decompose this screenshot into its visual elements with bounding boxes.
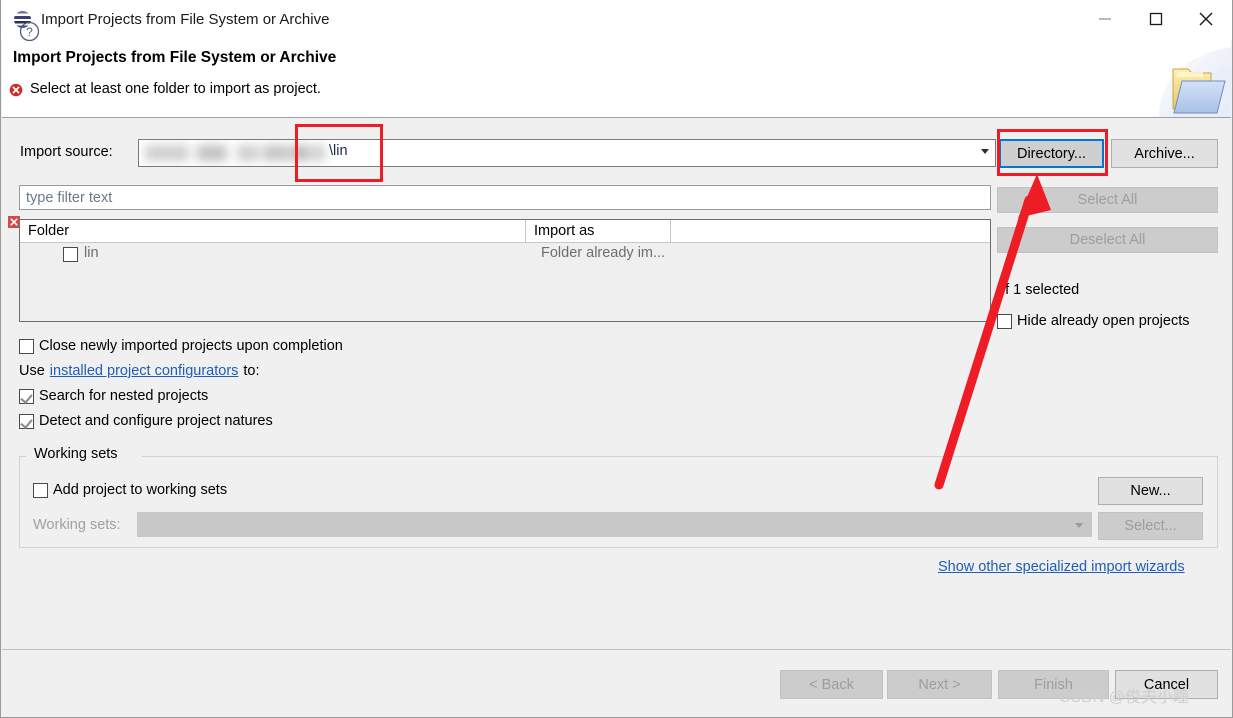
- use-suffix-label: to:: [243, 363, 260, 379]
- column-header-extra[interactable]: [670, 220, 990, 242]
- next-button[interactable]: Next >: [887, 670, 992, 699]
- working-sets-legend: Working sets: [30, 446, 122, 462]
- import-projects-dialog: Import Projects from File System or Arch…: [0, 0, 1233, 718]
- select-working-set-button[interactable]: Select...: [1098, 512, 1203, 540]
- detect-natures-checkbox[interactable]: Detect and configure project natures: [19, 413, 273, 429]
- close-newly-imported-label: Close newly imported projects upon compl…: [39, 338, 343, 354]
- select-all-button[interactable]: Select All: [997, 187, 1218, 213]
- search-nested-projects-checkbox[interactable]: Search for nested projects: [19, 388, 208, 404]
- close-button[interactable]: [1183, 0, 1229, 38]
- page-message: Select at least one folder to import as …: [30, 81, 321, 97]
- add-project-to-working-sets-label: Add project to working sets: [53, 482, 228, 498]
- folder-tree[interactable]: Folder Import as lin Folder already im..…: [19, 219, 991, 322]
- other-import-wizards-link[interactable]: Show other specialized import wizards: [938, 559, 1185, 575]
- wizard-banner: Import Projects from File System or Arch…: [2, 39, 1231, 118]
- minimize-button[interactable]: [1082, 0, 1128, 38]
- installed-project-configurators-link[interactable]: installed project configurators: [50, 363, 239, 379]
- new-working-set-button[interactable]: New...: [1098, 477, 1203, 505]
- working-sets-combo[interactable]: [137, 512, 1092, 537]
- svg-text:?: ?: [26, 25, 33, 39]
- close-newly-imported-checkbox[interactable]: Close newly imported projects upon compl…: [19, 338, 343, 354]
- page-title: Import Projects from File System or Arch…: [13, 49, 337, 66]
- search-nested-projects-label: Search for nested projects: [39, 388, 209, 404]
- import-source-value: \lin: [329, 143, 348, 159]
- working-sets-group: Working sets Add project to working sets…: [19, 446, 1218, 548]
- deselect-all-button[interactable]: Deselect All: [997, 227, 1218, 253]
- window-title: Import Projects from File System or Arch…: [41, 11, 330, 28]
- configurators-line: Use installed project configurators to:: [19, 363, 260, 379]
- use-prefix-label: Use: [19, 363, 45, 379]
- title-bar: Import Projects from File System or Arch…: [1, 0, 1232, 39]
- checkbox-box[interactable]: [19, 338, 34, 354]
- working-sets-label: Working sets:: [33, 517, 121, 533]
- chevron-down-icon[interactable]: [981, 149, 989, 154]
- import-source-label: Import source:: [20, 144, 113, 160]
- checkbox-box[interactable]: [997, 313, 1012, 329]
- row-checkbox[interactable]: [63, 247, 78, 262]
- error-icon: [9, 83, 23, 97]
- row-import-as: Folder already im...: [541, 245, 666, 261]
- hide-already-open-checkbox[interactable]: Hide already open projects: [997, 313, 1190, 329]
- checkbox-box[interactable]: [19, 413, 34, 429]
- checkbox-box[interactable]: [33, 482, 48, 498]
- help-icon[interactable]: ?: [19, 21, 40, 42]
- archive-button[interactable]: Archive...: [1111, 139, 1218, 168]
- cancel-button[interactable]: Cancel: [1115, 670, 1218, 699]
- detect-natures-label: Detect and configure project natures: [39, 413, 273, 429]
- filter-input[interactable]: type filter text: [19, 185, 991, 210]
- add-project-to-working-sets-checkbox[interactable]: Add project to working sets: [33, 482, 227, 498]
- maximize-button[interactable]: [1133, 0, 1179, 38]
- directory-button[interactable]: Directory...: [999, 139, 1104, 168]
- import-source-combo[interactable]: \lin: [138, 139, 996, 167]
- finish-button[interactable]: Finish: [998, 670, 1109, 699]
- column-header-import-as[interactable]: Import as: [525, 220, 670, 242]
- hide-already-open-label: Hide already open projects: [1017, 313, 1190, 329]
- table-row[interactable]: lin Folder already im...: [20, 243, 990, 269]
- back-button[interactable]: < Back: [780, 670, 883, 699]
- column-header-folder[interactable]: Folder: [20, 220, 525, 242]
- redacted-path: [139, 140, 329, 166]
- checkbox-box[interactable]: [19, 388, 34, 404]
- row-folder-name: lin: [84, 245, 99, 261]
- tree-header: Folder Import as: [20, 220, 990, 243]
- open-folder-icon: [1159, 47, 1231, 117]
- selection-summary: of 1 selected: [997, 282, 1080, 298]
- chevron-down-icon[interactable]: [1075, 523, 1083, 528]
